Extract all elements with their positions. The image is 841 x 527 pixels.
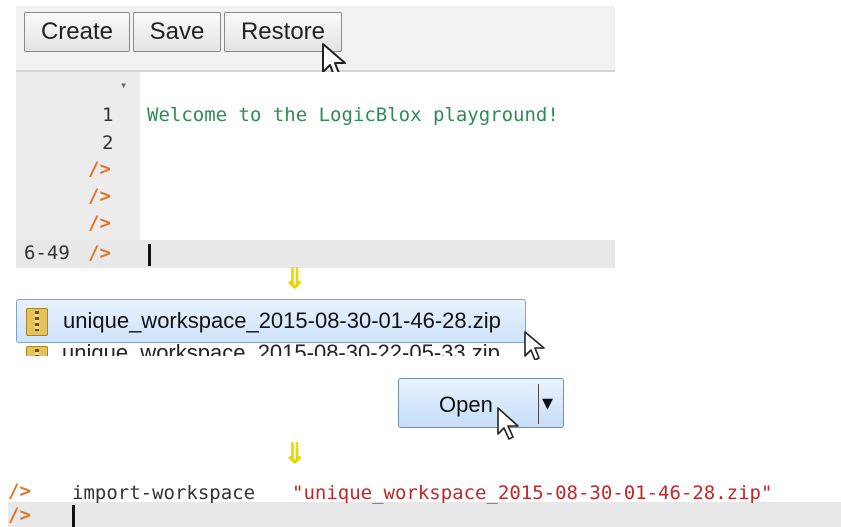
toolbar: Create Save Restore	[16, 6, 615, 72]
text-caret	[148, 244, 151, 266]
down-arrow-icon: ⇓	[283, 263, 307, 294]
console-active-line	[8, 502, 841, 527]
zip-file-icon	[26, 346, 48, 356]
console-prompt: />	[8, 504, 31, 526]
console-output[interactable]: /> import-workspace "unique_workspace_20…	[8, 478, 841, 527]
line-number-1: 1	[102, 104, 114, 126]
console-prompt: />	[8, 480, 31, 502]
text-caret	[72, 505, 75, 527]
file-name: unique_workspace_2015-08-30-01-46-28.zip	[63, 308, 501, 333]
mouse-pointer-icon	[524, 331, 545, 360]
fold-icon[interactable]: ▾	[120, 78, 127, 92]
line-number-range: 6-49	[24, 242, 70, 264]
line-prompt: />	[88, 158, 111, 180]
editor-gutter	[16, 72, 140, 268]
open-button[interactable]: Open	[398, 378, 564, 428]
line-number-2: 2	[102, 132, 114, 154]
split-divider	[538, 384, 539, 424]
down-arrow-icon: ⇓	[283, 438, 307, 469]
zip-file-icon	[26, 308, 48, 336]
save-button[interactable]: Save	[133, 12, 221, 52]
create-button[interactable]: Create	[24, 12, 130, 52]
selected-file-row[interactable]: unique_workspace_2015-08-30-01-46-28.zip	[16, 299, 526, 343]
open-button-label: Open	[439, 392, 493, 417]
line-prompt: />	[88, 212, 111, 234]
next-file-row[interactable]: unique_workspace_2015-08-30-22-05-33.zip	[16, 344, 546, 356]
line-prompt: />	[88, 242, 111, 264]
console-command: import-workspace	[72, 482, 256, 504]
code-editor[interactable]: ▾ 1 2 /> /> /> 6-49 /> Welcome to the Lo…	[16, 72, 615, 268]
console-argument: "unique_workspace_2015-08-30-01-46-28.zi…	[292, 482, 773, 504]
line-prompt: />	[88, 185, 111, 207]
dropdown-arrow-icon[interactable]: ▾	[542, 390, 553, 416]
welcome-comment: Welcome to the LogicBlox playground!	[147, 104, 559, 126]
mouse-pointer-icon	[497, 407, 519, 440]
file-name: unique_workspace_2015-08-30-22-05-33.zip	[62, 344, 500, 356]
